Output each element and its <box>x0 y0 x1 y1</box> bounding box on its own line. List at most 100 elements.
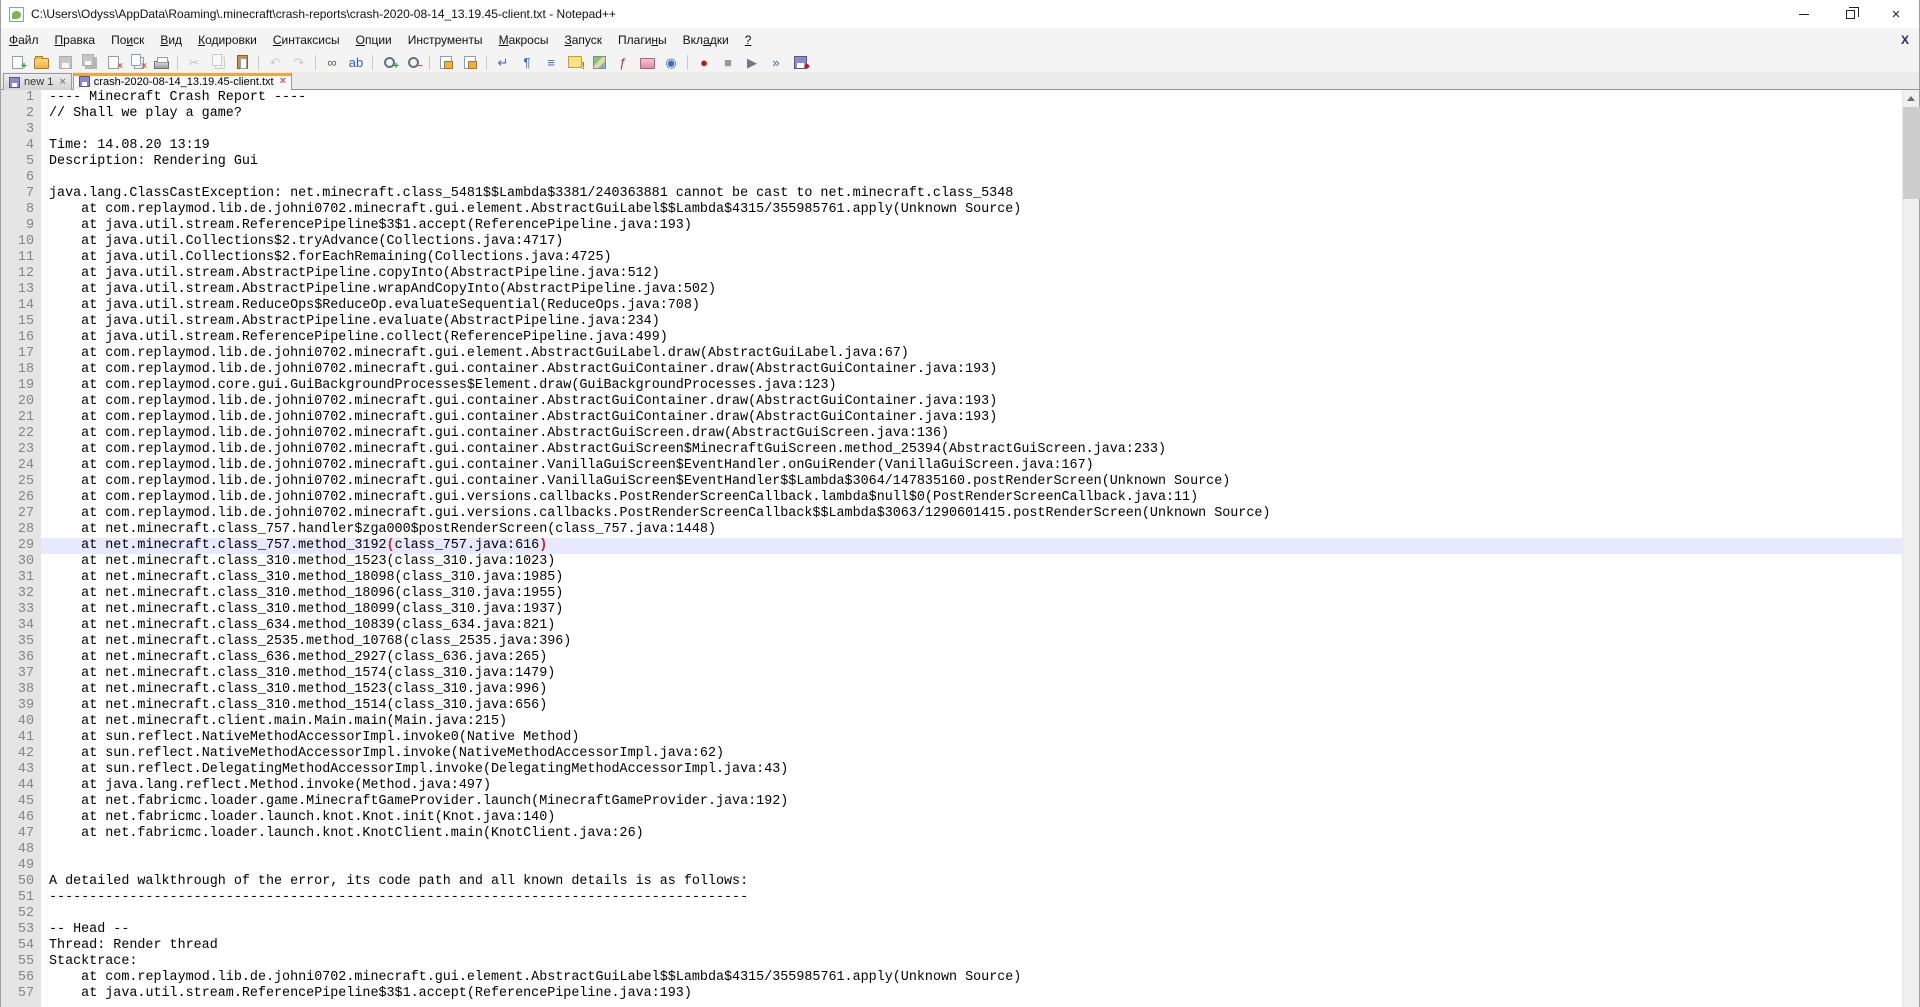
code-line-54[interactable]: Thread: Render thread <box>41 938 1902 954</box>
code-line-28[interactable]: at net.minecraft.class_757.handler$zga00… <box>41 522 1902 538</box>
print-icon[interactable] <box>150 53 172 72</box>
code-line-55[interactable]: Stacktrace: <box>41 954 1902 970</box>
tab-close-icon[interactable]: × <box>59 76 65 88</box>
menu-macro[interactable]: Макросы <box>491 28 557 52</box>
sync-scroll-vertical-icon[interactable] <box>435 53 457 72</box>
code-line-57[interactable]: at java.util.stream.ReferencePipeline$3$… <box>41 986 1902 1002</box>
code-line-23[interactable]: at com.replaymod.lib.de.johni0702.minecr… <box>41 442 1902 458</box>
menu-language[interactable]: Синтаксисы <box>265 28 348 52</box>
code-line-31[interactable]: at net.minecraft.class_310.method_18098(… <box>41 570 1902 586</box>
code-line-56[interactable]: at com.replaymod.lib.de.johni0702.minecr… <box>41 970 1902 986</box>
code-line-3[interactable] <box>41 122 1902 138</box>
menu-tools[interactable]: Инструменты <box>400 28 491 52</box>
macro-run-multiple-icon[interactable]: » <box>765 53 787 72</box>
code-line-21[interactable]: at com.replaymod.lib.de.johni0702.minecr… <box>41 410 1902 426</box>
code-line-33[interactable]: at net.minecraft.class_310.method_18099(… <box>41 602 1902 618</box>
vertical-scrollbar[interactable] <box>1902 90 1920 1007</box>
code-line-20[interactable]: at com.replaymod.lib.de.johni0702.minecr… <box>41 394 1902 410</box>
code-line-43[interactable]: at sun.reflect.DelegatingMethodAccessorI… <box>41 762 1902 778</box>
code-line-44[interactable]: at java.lang.reflect.Method.invoke(Metho… <box>41 778 1902 794</box>
macro-save-icon[interactable]: ● <box>789 53 811 72</box>
code-line-51[interactable]: ----------------------------------------… <box>41 890 1902 906</box>
show-indent-guide-icon[interactable]: ≡ <box>540 53 562 72</box>
code-line-46[interactable]: at net.fabricmc.loader.launch.knot.Knot.… <box>41 810 1902 826</box>
menu-help[interactable]: ? <box>737 28 760 52</box>
code-line-49[interactable] <box>41 858 1902 874</box>
scroll-up-button[interactable] <box>1903 90 1919 107</box>
function-list-icon[interactable]: ƒ <box>612 53 634 72</box>
code-line-7[interactable]: java.lang.ClassCastException: net.minecr… <box>41 186 1902 202</box>
code-line-25[interactable]: at com.replaymod.lib.de.johni0702.minecr… <box>41 474 1902 490</box>
code-line-36[interactable]: at net.minecraft.class_636.method_2927(c… <box>41 650 1902 666</box>
code-line-39[interactable]: at net.minecraft.class_310.method_1514(c… <box>41 698 1902 714</box>
document-monitor-icon[interactable]: ◉ <box>660 53 682 72</box>
code-view[interactable]: ---- Minecraft Crash Report ----// Shall… <box>41 90 1902 1007</box>
word-wrap-icon[interactable]: ↵ <box>492 53 514 72</box>
code-line-13[interactable]: at java.util.stream.AbstractPipeline.wra… <box>41 282 1902 298</box>
code-line-53[interactable]: -- Head -- <box>41 922 1902 938</box>
replace-icon[interactable]: ab <box>345 53 367 72</box>
close-file-icon[interactable]: × <box>102 53 124 72</box>
macro-play-icon[interactable]: ▶ <box>741 53 763 72</box>
find-icon[interactable]: ∞ <box>321 53 343 72</box>
code-line-5[interactable]: Description: Rendering Gui <box>41 154 1902 170</box>
menu-encoding[interactable]: Кодировки <box>190 28 265 52</box>
code-line-9[interactable]: at java.util.stream.ReferencePipeline$3$… <box>41 218 1902 234</box>
menu-run[interactable]: Запуск <box>556 28 610 52</box>
code-line-30[interactable]: at net.minecraft.class_310.method_1523(c… <box>41 554 1902 570</box>
scrollbar-thumb[interactable] <box>1903 107 1920 199</box>
document-close-icon[interactable]: X <box>1901 33 1909 47</box>
restore-button[interactable] <box>1827 0 1873 28</box>
code-line-29[interactable]: at net.minecraft.class_757.method_3192(c… <box>41 538 1902 554</box>
code-line-35[interactable]: at net.minecraft.class_2535.method_10768… <box>41 634 1902 650</box>
code-line-32[interactable]: at net.minecraft.class_310.method_18096(… <box>41 586 1902 602</box>
code-line-50[interactable]: A detailed walkthrough of the error, its… <box>41 874 1902 890</box>
code-line-2[interactable]: // Shall we play a game? <box>41 106 1902 122</box>
code-line-48[interactable] <box>41 842 1902 858</box>
code-line-37[interactable]: at net.minecraft.class_310.method_1574(c… <box>41 666 1902 682</box>
zoom-in-icon[interactable]: + <box>378 53 400 72</box>
menu-search[interactable]: По и ск <box>103 28 152 52</box>
code-line-45[interactable]: at net.fabricmc.loader.game.MinecraftGam… <box>41 794 1902 810</box>
code-line-15[interactable]: at java.util.stream.AbstractPipeline.eva… <box>41 314 1902 330</box>
code-line-26[interactable]: at com.replaymod.lib.de.johni0702.minecr… <box>41 490 1902 506</box>
code-line-52[interactable] <box>41 906 1902 922</box>
code-line-4[interactable]: Time: 14.08.20 13:19 <box>41 138 1902 154</box>
tab-close-icon[interactable]: × <box>280 76 286 87</box>
menu-view[interactable]: Вид <box>152 28 190 52</box>
open-file-icon[interactable] <box>30 53 52 72</box>
document-map-icon[interactable] <box>588 53 610 72</box>
code-line-47[interactable]: at net.fabricmc.loader.launch.knot.KnotC… <box>41 826 1902 842</box>
code-line-16[interactable]: at java.util.stream.ReferencePipeline.co… <box>41 330 1902 346</box>
menu-plugins[interactable]: Плаги н ы <box>610 28 675 52</box>
code-line-40[interactable]: at net.minecraft.client.main.Main.main(M… <box>41 714 1902 730</box>
code-line-14[interactable]: at java.util.stream.ReduceOps$ReduceOp.e… <box>41 298 1902 314</box>
code-line-38[interactable]: at net.minecraft.class_310.method_1523(c… <box>41 682 1902 698</box>
code-line-19[interactable]: at com.replaymod.core.gui.GuiBackgroundP… <box>41 378 1902 394</box>
code-line-18[interactable]: at com.replaymod.lib.de.johni0702.minecr… <box>41 362 1902 378</box>
code-line-6[interactable] <box>41 170 1902 186</box>
code-line-34[interactable]: at net.minecraft.class_634.method_10839(… <box>41 618 1902 634</box>
user-defined-dialog-icon[interactable]: ! <box>564 53 586 72</box>
menu-edit[interactable]: Правка <box>47 28 104 52</box>
menu-tabs[interactable]: Вкл а дки <box>675 28 737 52</box>
code-line-12[interactable]: at java.util.stream.AbstractPipeline.cop… <box>41 266 1902 282</box>
minimize-button[interactable] <box>1781 0 1827 28</box>
folder-as-workspace-icon[interactable] <box>636 53 658 72</box>
code-line-42[interactable]: at sun.reflect.NativeMethodAccessorImpl.… <box>41 746 1902 762</box>
code-line-22[interactable]: at com.replaymod.lib.de.johni0702.minecr… <box>41 426 1902 442</box>
zoom-out-icon[interactable]: − <box>402 53 424 72</box>
menu-settings[interactable]: Опции <box>348 28 400 52</box>
code-line-10[interactable]: at java.util.Collections$2.tryAdvance(Co… <box>41 234 1902 250</box>
macro-record-icon[interactable]: ● <box>693 53 715 72</box>
macro-stop-icon[interactable]: ■ <box>717 53 739 72</box>
code-line-41[interactable]: at sun.reflect.NativeMethodAccessorImpl.… <box>41 730 1902 746</box>
tab-1[interactable]: new 1 × <box>3 73 72 90</box>
code-line-24[interactable]: at com.replaymod.lib.de.johni0702.minecr… <box>41 458 1902 474</box>
new-file-icon[interactable]: + <box>6 53 28 72</box>
tab-2[interactable]: crash-2020-08-14_13.19.45-client.txt × <box>72 73 293 90</box>
paste-icon[interactable] <box>231 53 253 72</box>
show-all-characters-icon[interactable]: ¶ <box>516 53 538 72</box>
code-line-11[interactable]: at java.util.Collections$2.forEachRemain… <box>41 250 1902 266</box>
code-line-1[interactable]: ---- Minecraft Crash Report ---- <box>41 90 1902 106</box>
